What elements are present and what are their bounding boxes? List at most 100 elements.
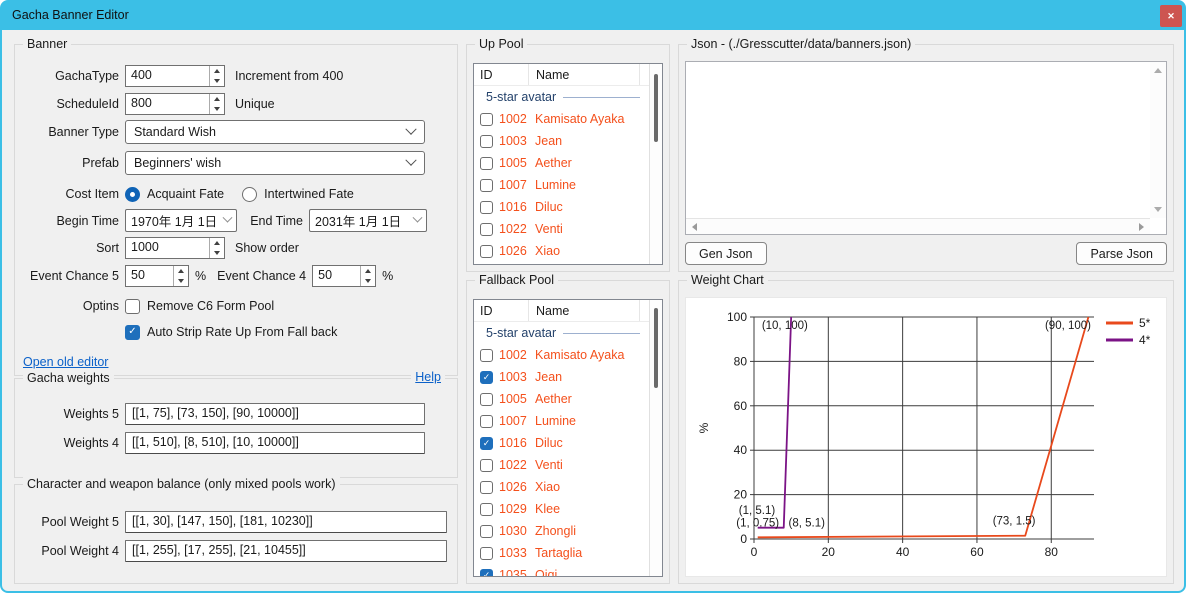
event-chance-5-spinner[interactable]: 50 [125, 265, 189, 287]
pool-weight-4-input[interactable]: [[1, 255], [17, 255], [21, 10455]] [125, 540, 447, 562]
pool-row: ✓1016Diluc [474, 432, 648, 454]
row-name: Qiqi [535, 568, 557, 576]
row-checkbox[interactable] [480, 393, 493, 406]
json-textarea[interactable] [685, 61, 1167, 235]
row-checkbox[interactable] [480, 481, 493, 494]
spin-down-button[interactable] [361, 276, 375, 286]
spin-down-button[interactable] [210, 104, 224, 114]
row-checkbox[interactable]: ✓ [480, 437, 493, 450]
gacha-type-spinner[interactable]: 400 [125, 65, 225, 87]
spin-up-button[interactable] [361, 266, 375, 276]
row-checkbox[interactable] [480, 223, 493, 236]
row-checkbox[interactable] [480, 459, 493, 472]
up-pool-list: ID Name 5-star avatar 1002Kamisato Ayaka… [473, 63, 663, 265]
chevron-down-icon [405, 155, 416, 166]
intertwined-fate-radio[interactable] [242, 187, 257, 202]
scroll-right-icon[interactable] [1139, 223, 1144, 231]
prefab-select[interactable]: Beginners' wish [125, 151, 425, 175]
row-checkbox[interactable]: ✓ [480, 371, 493, 384]
spin-down-button[interactable] [210, 248, 224, 258]
scroll-up-icon[interactable] [1154, 68, 1162, 73]
row-checkbox[interactable] [480, 113, 493, 126]
spin-up-button[interactable] [210, 238, 224, 248]
json-horizontal-scrollbar[interactable] [686, 218, 1150, 234]
row-id: 1005 [499, 156, 529, 170]
begin-time-picker[interactable]: 1970年 1月 1日 [125, 209, 237, 232]
up-pool-scrollbar[interactable] [649, 64, 662, 264]
row-name: Xiao [535, 244, 560, 258]
help-link[interactable]: Help [411, 370, 445, 384]
pool-row: 1030Zhongli [474, 520, 648, 542]
banner-type-select[interactable]: Standard Wish [125, 120, 425, 144]
event-chance-4-value[interactable]: 50 [313, 266, 360, 286]
row-checkbox[interactable] [480, 157, 493, 170]
svg-text:(73, 1.5): (73, 1.5) [993, 515, 1036, 527]
end-time-picker[interactable]: 2031年 1月 1日 [309, 209, 427, 232]
sort-hint: Show order [235, 241, 299, 255]
spin-up-button[interactable] [174, 266, 188, 276]
spin-down-button[interactable] [174, 276, 188, 286]
row-id: 1026 [499, 244, 529, 258]
weight-chart-title: Weight Chart [687, 273, 768, 287]
gacha-type-label: GachaType [25, 69, 119, 83]
pool-weight-5-input[interactable]: [[1, 30], [147, 150], [181, 10230]] [125, 511, 447, 533]
row-name: Klee [535, 502, 560, 516]
weights-5-input[interactable]: [[1, 75], [73, 150], [90, 10000]] [125, 403, 425, 425]
column-name[interactable]: Name [529, 300, 640, 321]
spin-down-button[interactable] [210, 76, 224, 86]
gacha-weights-group: Gacha weights Help Weights 5 [[1, 75], [… [14, 378, 458, 478]
row-checkbox[interactable]: ✓ [480, 569, 493, 577]
schedule-id-value[interactable]: 800 [126, 94, 209, 114]
schedule-id-spinner[interactable]: 800 [125, 93, 225, 115]
row-checkbox[interactable] [480, 179, 493, 192]
weights-4-label: Weights 4 [25, 436, 119, 450]
row-checkbox[interactable] [480, 245, 493, 258]
sort-value[interactable]: 1000 [126, 238, 209, 258]
scroll-down-icon[interactable] [1154, 207, 1162, 212]
gacha-type-hint: Increment from 400 [235, 69, 343, 83]
scroll-left-icon[interactable] [692, 223, 697, 231]
row-name: Jean [535, 134, 562, 148]
row-checkbox[interactable] [480, 415, 493, 428]
close-button[interactable]: ✕ [1160, 5, 1182, 27]
pool-row: ✓1035Qiqi [474, 564, 648, 576]
svg-text:60: 60 [970, 545, 984, 559]
svg-text:20: 20 [822, 545, 836, 559]
column-id[interactable]: ID [474, 300, 529, 321]
remove-c6-checkbox[interactable] [125, 299, 140, 314]
column-id[interactable]: ID [474, 64, 529, 85]
gen-json-button[interactable]: Gen Json [685, 242, 767, 265]
schedule-id-hint: Unique [235, 97, 275, 111]
spin-up-button[interactable] [210, 94, 224, 104]
svg-text:60: 60 [734, 399, 748, 413]
row-checkbox[interactable] [480, 349, 493, 362]
cost-item-label: Cost Item [25, 187, 119, 201]
row-checkbox[interactable] [480, 135, 493, 148]
json-vertical-scrollbar[interactable] [1150, 62, 1166, 218]
row-name: Diluc [535, 436, 563, 450]
prefab-label: Prefab [25, 156, 119, 170]
balance-group-title: Character and weapon balance (only mixed… [23, 477, 340, 491]
svg-text:%: % [697, 422, 711, 433]
row-id: 1026 [499, 480, 529, 494]
row-checkbox[interactable] [480, 503, 493, 516]
event-chance-5-value[interactable]: 50 [126, 266, 173, 286]
row-checkbox[interactable] [480, 547, 493, 560]
column-name[interactable]: Name [529, 64, 640, 85]
parse-json-button[interactable]: Parse Json [1076, 242, 1167, 265]
weights-4-input[interactable]: [[1, 510], [8, 510], [10, 10000]] [125, 432, 425, 454]
scrollbar-thumb[interactable] [654, 308, 658, 388]
sort-spinner[interactable]: 1000 [125, 237, 225, 259]
row-checkbox[interactable] [480, 525, 493, 538]
acquaint-fate-radio[interactable] [125, 187, 140, 202]
gacha-type-value[interactable]: 400 [126, 66, 209, 86]
scrollbar-thumb[interactable] [654, 74, 658, 142]
auto-strip-checkbox[interactable]: ✓ [125, 325, 140, 340]
event-chance-4-spinner[interactable]: 50 [312, 265, 376, 287]
spin-up-button[interactable] [210, 66, 224, 76]
banner-type-value: Standard Wish [134, 125, 407, 139]
open-old-editor-link[interactable]: Open old editor [23, 355, 108, 369]
row-checkbox[interactable] [480, 201, 493, 214]
svg-text:(8, 5.1): (8, 5.1) [789, 518, 826, 530]
fallback-pool-scrollbar[interactable] [649, 300, 662, 576]
